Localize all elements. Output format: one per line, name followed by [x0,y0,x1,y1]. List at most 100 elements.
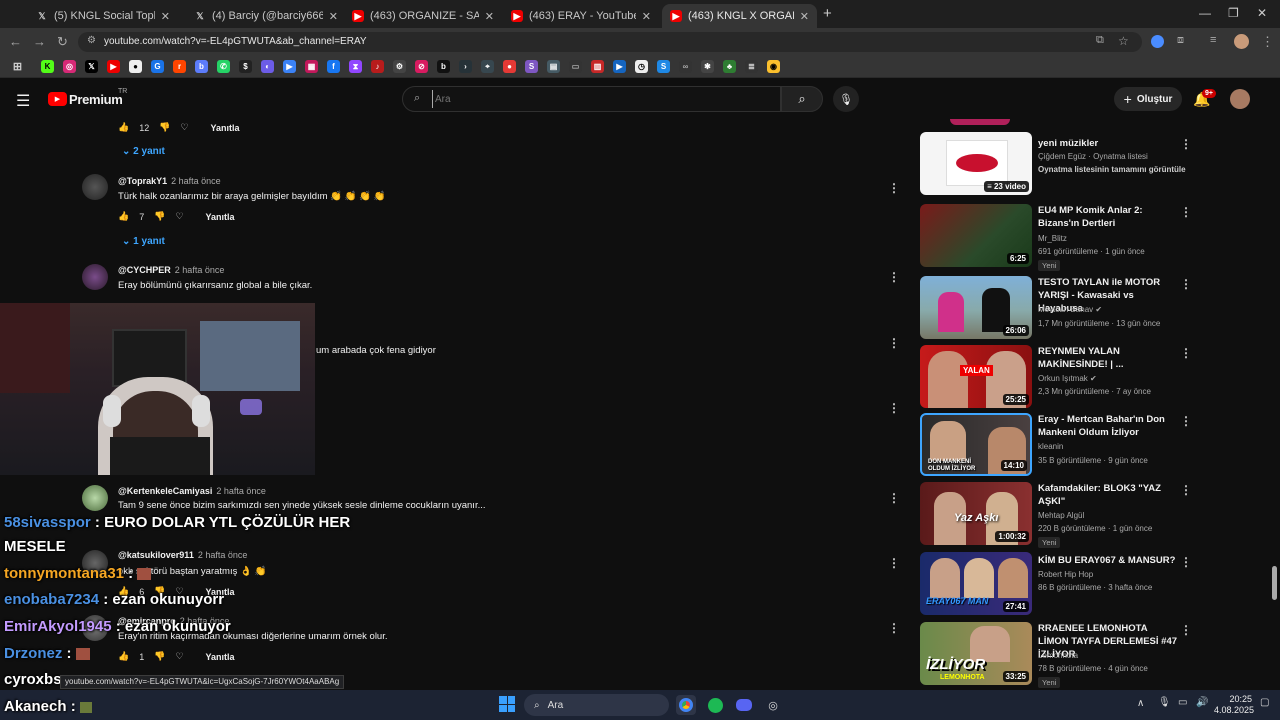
video-thumbnail[interactable]: İZLİYOR LEMONHOTA 33:25 [920,622,1032,685]
close-window-icon[interactable]: ✕ [1257,6,1267,20]
video-thumbnail[interactable]: 6:25 [920,204,1032,267]
url-text[interactable]: youtube.com/watch?v=-EL4pGTWUTA&ab_chann… [104,36,367,47]
video-channel[interactable]: Lemonhota [1038,651,1078,660]
like-icon[interactable]: 👍 [118,122,129,133]
grid-icon[interactable]: ▤ [547,60,560,73]
video-thumbnail[interactable]: Yaz Aşkı 1:00:32 [920,482,1032,545]
video-menu-icon[interactable]: ⋮ [1180,623,1192,637]
windows-start-icon[interactable] [499,696,515,712]
comment-author[interactable]: @KertenkeleCamiyasi 2 hafta önce [118,486,266,496]
profile-extension-icon[interactable] [1151,35,1164,48]
comment-author[interactable]: @katsukilover911 2 hafta önce [118,550,247,560]
chrome-icon[interactable] [676,695,696,715]
video-thumbnail[interactable]: YALAN 25:25 [920,345,1032,408]
youtube-logo-icon[interactable]: ▶ [48,92,67,106]
whatsapp-icon[interactable]: ✆ [217,60,230,73]
comment-menu-icon[interactable]: ⋮ [888,270,900,284]
tab-2[interactable]: ▶ (463) ORGANIZE - SANA ANLAT ✕ [344,4,502,28]
youtube-icon[interactable]: ▶ [107,60,120,73]
reply-button[interactable]: Yanıtla [206,212,235,222]
dislike-icon[interactable]: 👎 [154,651,165,662]
playlist-view-all[interactable]: Oynatma listesinin tamamını görüntüle [1038,165,1186,174]
site-info-icon[interactable]: ⚙ [87,35,96,46]
dislike-icon[interactable]: 👎 [159,122,170,133]
video-thumbnail[interactable]: 26:06 [920,276,1032,339]
avatar[interactable] [82,264,108,290]
clock-icon[interactable]: ◷ [635,60,648,73]
github-icon[interactable]: ● [129,60,142,73]
video-channel[interactable]: Mevtcan Bahav ✔ [1038,305,1102,314]
tab-0[interactable]: 𝕏 (5) KNGL Social Topluluk / X ✕ [28,4,178,28]
tab-4[interactable]: ▶ (463) KNGL X ORGANİZE - KAT ✕ [662,4,817,28]
menu-icon[interactable]: ⋮ [1261,34,1274,50]
calendar-icon[interactable]: ▦ [305,60,318,73]
comment-author[interactable]: @ToprakY1 2 hafta önce [118,176,221,186]
new-tab-button[interactable]: + [823,5,832,22]
comment-menu-icon[interactable]: ⋮ [888,621,900,635]
heart-icon[interactable]: ♡ [175,651,183,662]
extensions-icon[interactable]: ⧈ [1177,34,1184,47]
bookmark-star-icon[interactable]: ☆ [1118,34,1129,48]
twitch-icon[interactable]: ⧗ [349,60,362,73]
kick-icon[interactable]: K [41,60,54,73]
video-menu-icon[interactable]: ⋮ [1180,277,1192,291]
video-title[interactable]: EU4 MP Komik Anlar 2: Bizans'ın Dertleri [1038,204,1178,230]
video-thumbnail[interactable]: ERAY067 MAN 27:41 [920,552,1032,615]
show-replies-button[interactable]: ⌄ 1 yanıt [122,236,165,247]
s2-icon[interactable]: S [657,60,670,73]
comment-menu-icon[interactable]: ⋮ [888,556,900,570]
video-menu-icon[interactable]: ⋮ [1180,205,1192,219]
stock-icon[interactable]: $ [239,60,252,73]
show-replies-button[interactable]: ⌄ 2 yanıt [122,146,165,157]
chart-icon[interactable]: ▥ [591,60,604,73]
like-icon[interactable]: 👍 [118,211,129,222]
network-icon[interactable]: ▭ [1178,697,1187,708]
s-icon[interactable]: S [525,60,538,73]
create-button[interactable]: + Oluştur [1114,87,1182,111]
close-icon[interactable]: ✕ [161,10,170,23]
link2-icon[interactable]: ∞ [679,60,692,73]
circle-icon[interactable]: ● [503,60,516,73]
tool-icon[interactable]: ◐ [261,60,274,73]
heart-icon[interactable]: ♡ [175,211,183,222]
coin-icon[interactable]: ◉ [767,60,780,73]
close-icon[interactable]: ✕ [485,10,494,23]
link-icon[interactable]: ⊘ [415,60,428,73]
mic-icon[interactable]: 🎙 [1158,697,1171,708]
reload-icon[interactable]: ↻ [57,34,68,50]
dislike-icon[interactable]: 👎 [154,211,165,222]
comment-menu-icon[interactable]: ⋮ [888,336,900,350]
reading-list-icon[interactable]: ≡ [1210,34,1216,46]
x-icon[interactable]: 𝕏 [85,60,98,73]
video-channel[interactable]: Mehtap Algül [1038,511,1084,520]
video-channel[interactable]: Orkun Işıtmak ✔ [1038,374,1097,383]
video-title[interactable]: KİM BU ERAY067 & MANSUR? [1038,554,1178,567]
translate-icon[interactable]: G [151,60,164,73]
heart-icon[interactable]: ♡ [180,122,188,133]
db-icon[interactable]: ≣ [745,60,758,73]
avatar[interactable] [1234,34,1249,49]
video-menu-icon[interactable]: ⋮ [1180,555,1192,569]
close-icon[interactable]: ✕ [642,10,651,23]
apps-icon[interactable]: ⊞ [11,60,24,73]
search-input[interactable] [432,90,772,108]
text-icon[interactable]: ▭ [569,60,582,73]
hamburger-menu-icon[interactable]: ☰ [16,91,30,111]
comment-menu-icon[interactable]: ⋮ [888,491,900,505]
comment-menu-icon[interactable]: ⋮ [888,401,900,415]
video-title[interactable]: yeni müzikler [1038,137,1178,150]
instagram-icon[interactable]: ◎ [63,60,76,73]
install-icon[interactable]: ⧉ [1096,34,1104,47]
maximize-icon[interactable]: ❐ [1228,6,1239,20]
video-menu-icon[interactable]: ⋮ [1180,346,1192,360]
tray-chevron-icon[interactable]: ∧ [1137,698,1144,709]
video-menu-icon[interactable]: ⋮ [1180,137,1192,151]
search-button[interactable]: ⌕ [781,86,823,112]
tab-3[interactable]: ▶ (463) ERAY - YouTube ✕ [503,4,659,28]
close-icon[interactable]: ✕ [329,10,338,23]
video-channel[interactable]: Mr_Blitz [1038,234,1067,243]
b-icon[interactable]: b [437,60,450,73]
page-scrollbar[interactable] [1272,566,1277,600]
reply-button[interactable]: Yanıtla [211,123,240,133]
discord-icon[interactable] [734,695,754,715]
